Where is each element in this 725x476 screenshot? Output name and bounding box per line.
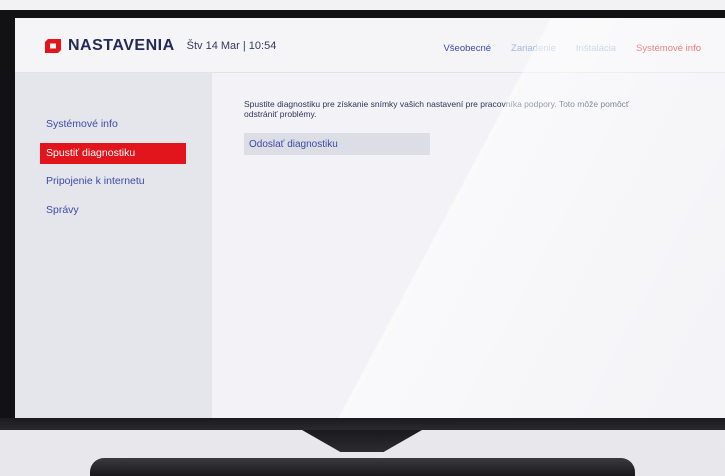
tab-vseobecne[interactable]: Všeobecné bbox=[443, 43, 491, 54]
scene: NASTAVENIA Štv 14 Mar | 10:54 Všeobecné … bbox=[0, 0, 725, 476]
sidebar-item-spustit-diagnostiku[interactable]: Spustiť diagnostiku bbox=[40, 143, 186, 164]
tab-zariadenie[interactable]: Zariadenie bbox=[511, 43, 556, 54]
logo: NASTAVENIA Štv 14 Mar | 10:54 bbox=[45, 37, 276, 55]
main-panel: Spustite diagnostiku pre získanie snímky… bbox=[212, 73, 725, 418]
power-indicator bbox=[654, 433, 664, 435]
tv-stand-base bbox=[90, 458, 635, 476]
page-title: NASTAVENIA bbox=[68, 37, 175, 54]
header-bar: NASTAVENIA Štv 14 Mar | 10:54 Všeobecné … bbox=[15, 18, 725, 73]
tv-screen: NASTAVENIA Štv 14 Mar | 10:54 Všeobecné … bbox=[15, 18, 725, 418]
top-tabs: Všeobecné Zariadenie Inštalácia Systémov… bbox=[443, 43, 701, 54]
sidebar-item-pripojenie-k-internetu[interactable]: Pripojenie k internetu bbox=[40, 171, 186, 192]
sidebar-item-systemove-info[interactable]: Systémové info bbox=[40, 114, 186, 135]
brand-logo-icon bbox=[45, 39, 61, 53]
tv-bottom-bezel bbox=[0, 418, 725, 430]
date-time: Štv 14 Mar | 10:54 bbox=[186, 40, 277, 52]
tv-stand-neck bbox=[302, 430, 422, 452]
tab-systemove-info[interactable]: Systémové info bbox=[636, 43, 701, 54]
sidebar-item-spravy[interactable]: Správy bbox=[40, 200, 186, 221]
diagnostics-description: Spustite diagnostiku pre získanie snímky… bbox=[244, 99, 630, 119]
tab-instalacia[interactable]: Inštalácia bbox=[576, 43, 616, 54]
sidebar: Systémové info Spustiť diagnostiku Pripo… bbox=[15, 73, 212, 418]
send-diagnostics-button[interactable]: Odoslať diagnostiku bbox=[244, 133, 430, 155]
